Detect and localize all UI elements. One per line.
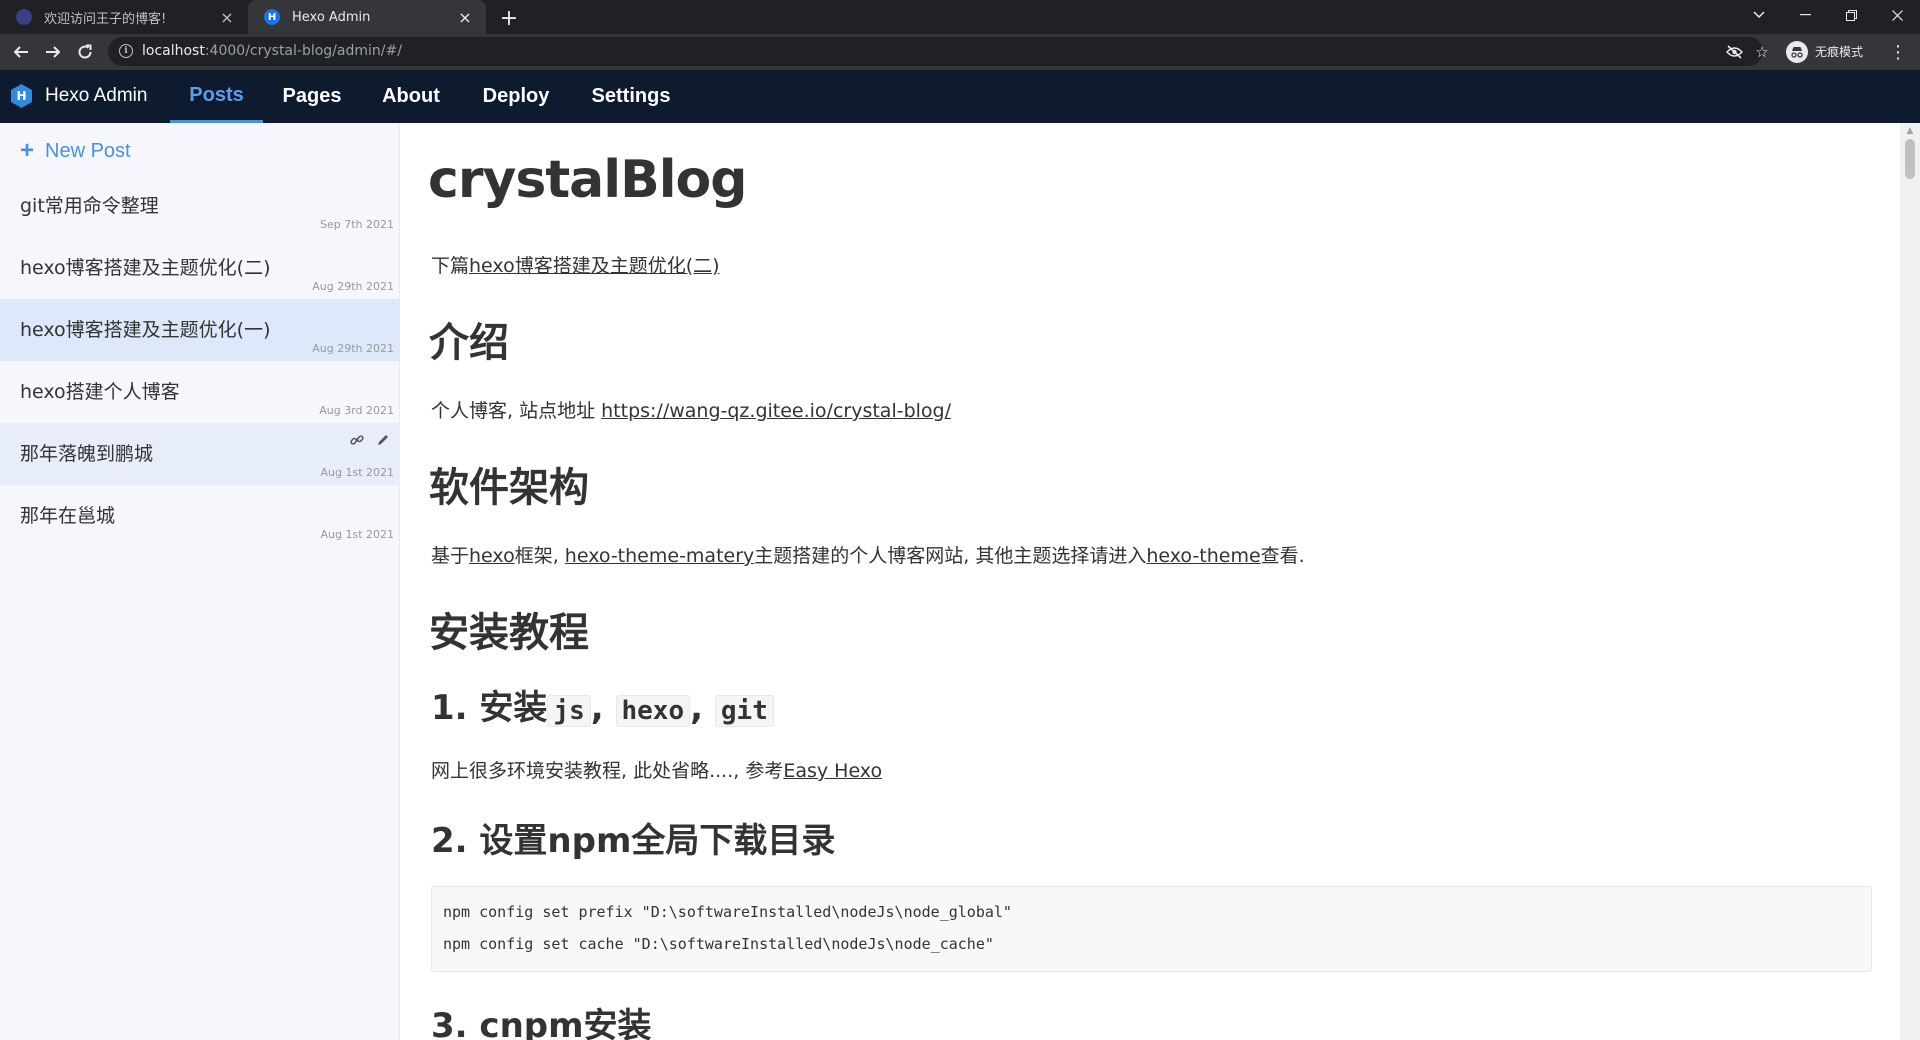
eye-off-icon[interactable] (1725, 43, 1743, 61)
hexo-theme-link[interactable]: hexo-theme (1146, 545, 1260, 567)
post-title: git常用命令整理 (20, 195, 159, 217)
new-post-label: New Post (45, 139, 131, 162)
post-date: Aug 3rd 2021 (319, 404, 394, 417)
post-list-item[interactable]: git常用命令整理 Sep 7th 2021 (0, 175, 400, 237)
post-preview: crystalBlog 下篇hexo博客搭建及主题优化(二) 介绍 个人博客, … (400, 123, 1900, 1040)
address-bar[interactable]: i localhost:4000/crystal-blog/admin/#/ (108, 37, 1763, 66)
hexo-link[interactable]: hexo (469, 545, 515, 567)
nav-posts[interactable]: Posts (170, 70, 263, 123)
inline-code: git (714, 695, 774, 727)
browser-tab-hexo-admin[interactable]: H Hexo Admin × (248, 0, 486, 34)
hexo-favicon-icon: H (264, 9, 280, 25)
post-title: 那年在邕城 (20, 505, 116, 527)
nav-about[interactable]: About (361, 70, 461, 123)
post-list-item-hovered[interactable]: 那年落魄到鹏城 Aug 1st 2021 (0, 423, 400, 485)
minimize-icon[interactable] (1782, 0, 1828, 30)
section-heading-intro: 介绍 (429, 320, 509, 366)
new-post-button[interactable]: + New Post (20, 136, 131, 166)
forward-arrow-icon[interactable] (40, 39, 66, 65)
reload-icon[interactable] (72, 39, 98, 65)
post-heading: crystalBlog (428, 150, 747, 210)
tab-search-chevron-icon[interactable] (1736, 0, 1782, 30)
post-title: 那年落魄到鹏城 (20, 443, 154, 465)
incognito-label: 无痕模式 (1815, 45, 1864, 59)
link-icon[interactable] (348, 431, 366, 449)
pencil-icon[interactable] (374, 431, 392, 449)
easy-hexo-link[interactable]: Easy Hexo (783, 760, 882, 782)
tab-close-icon[interactable]: × (456, 8, 474, 27)
section-heading-install: 安装教程 (429, 610, 589, 656)
paragraph-install-reference: 网上很多环境安装教程, 此处省略...., 参考Easy Hexo (431, 760, 883, 782)
post-title: hexo博客搭建及主题优化(一) (20, 319, 271, 341)
post-date: Aug 29th 2021 (312, 342, 394, 355)
next-post-link[interactable]: hexo博客搭建及主题优化(二) (469, 255, 720, 277)
inline-code: hexo (615, 695, 691, 727)
section-heading-architecture: 软件架构 (429, 465, 589, 511)
star-icon[interactable]: ☆ (1753, 43, 1771, 61)
back-arrow-icon[interactable] (8, 39, 34, 65)
hexo-logo-icon: H (11, 84, 32, 108)
tab-close-icon[interactable]: × (218, 8, 236, 27)
post-date: Aug 1st 2021 (320, 528, 394, 541)
code-block: npm config set prefix "D:\softwareInstal… (431, 886, 1872, 972)
restore-icon[interactable] (1828, 0, 1874, 30)
post-list-item[interactable]: hexo搭建个人博客 Aug 3rd 2021 (0, 361, 400, 423)
url-text[interactable]: localhost:4000/crystal-blog/admin/#/ (142, 43, 402, 59)
post-list-item-selected[interactable]: hexo博客搭建及主题优化(一) Aug 29th 2021 (0, 299, 400, 361)
post-title: hexo搭建个人博客 (20, 381, 180, 403)
nav-deploy[interactable]: Deploy (461, 70, 571, 123)
code-line: npm config set cache "D:\softwareInstall… (443, 935, 994, 953)
tab-title: Hexo Admin (292, 9, 371, 25)
inline-code: js (547, 695, 591, 727)
post-date: Aug 29th 2021 (312, 280, 394, 293)
post-title: hexo博客搭建及主题优化(二) (20, 257, 271, 279)
paragraph-architecture: 基于hexo框架, hexo-theme-matery主题搭建的个人博客网站, … (431, 545, 1305, 567)
app-header: H Hexo Admin Posts Pages About Deploy Se… (0, 70, 1920, 123)
subheading-cnpm: 3. cnpm安装 (431, 1006, 652, 1040)
post-list-item[interactable]: 那年在邕城 Aug 1st 2021 (0, 485, 400, 547)
nav-settings[interactable]: Settings (571, 70, 691, 123)
blog-favicon-icon (16, 9, 32, 25)
browser-tabstrip: 欢迎访问王子的博客! × H Hexo Admin × + (0, 0, 1920, 34)
brand-name: Hexo Admin (45, 85, 148, 106)
incognito-icon (1786, 40, 1808, 63)
subheading-install-tools: 1. 安装 js, hexo, git (431, 680, 774, 729)
subheading-npm-global: 2. 设置npm全局下载目录 (431, 821, 836, 861)
browser-toolbar: i localhost:4000/crystal-blog/admin/#/ ☆… (0, 34, 1920, 70)
hexo-theme-matery-link[interactable]: hexo-theme-matery (565, 545, 754, 567)
content-scrollbar[interactable]: ▲ (1900, 123, 1920, 1040)
post-date: Aug 1st 2021 (320, 466, 394, 479)
plus-icon: + (20, 137, 35, 164)
code-line: npm config set prefix "D:\softwareInstal… (443, 903, 1012, 921)
info-icon[interactable]: i (119, 44, 133, 58)
tab-title: 欢迎访问王子的博客! (44, 11, 167, 27)
incognito-indicator[interactable]: 无痕模式 (1786, 38, 1863, 65)
nav-pages[interactable]: Pages (263, 70, 361, 123)
post-list-item[interactable]: hexo博客搭建及主题优化(二) Aug 29th 2021 (0, 237, 400, 299)
post-date: Sep 7th 2021 (319, 218, 394, 231)
browser-tab-blog[interactable]: 欢迎访问王子的博客! × (0, 0, 248, 34)
kebab-menu-icon[interactable]: ⋮ (1888, 41, 1908, 63)
close-window-icon[interactable] (1874, 0, 1920, 30)
paragraph-site-address: 个人博客, 站点地址 https://wang-qz.gitee.io/crys… (431, 400, 952, 422)
scroll-up-arrow-icon[interactable]: ▲ (1900, 123, 1920, 139)
post-list-sidebar: + New Post git常用命令整理 Sep 7th 2021 hexo博客… (0, 123, 400, 1040)
brand[interactable]: H Hexo Admin (11, 84, 147, 108)
site-address-link[interactable]: https://wang-qz.gitee.io/crystal-blog/ (601, 400, 951, 422)
new-tab-plus-icon[interactable]: + (496, 6, 522, 31)
paragraph-next-post: 下篇hexo博客搭建及主题优化(二) (431, 255, 720, 277)
scroll-thumb[interactable] (1905, 139, 1915, 179)
